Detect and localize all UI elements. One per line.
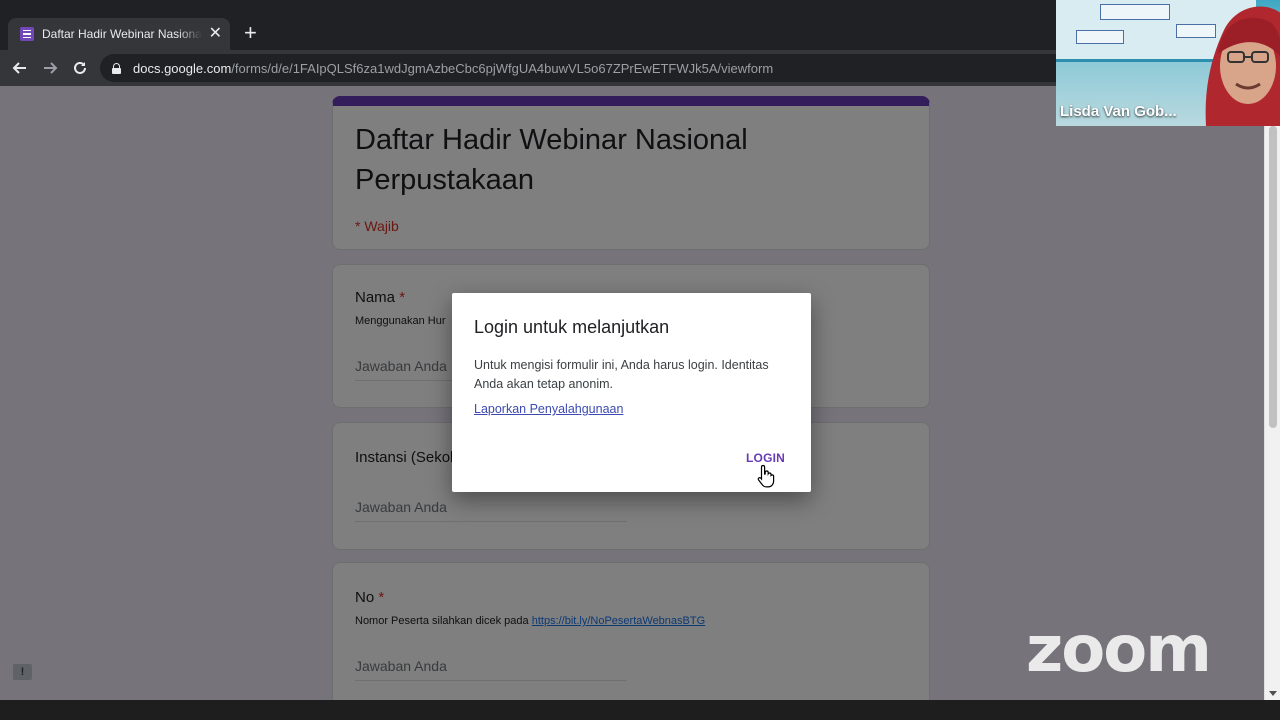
form-page: Daftar Hadir Webinar Nasional Perpustaka… — [0, 86, 1264, 700]
report-abuse-link[interactable]: Laporkan Penyalahgunaan — [474, 402, 623, 416]
feedback-icon[interactable]: ! — [13, 664, 32, 680]
scrollbar-thumb[interactable] — [1269, 126, 1277, 428]
page-scrollbar[interactable] — [1264, 86, 1280, 700]
address-bar[interactable]: docs.google.com /forms/d/e/1FAIpQLSf6za1… — [100, 54, 1100, 82]
url-host: docs.google.com — [133, 60, 232, 76]
tab-close-icon[interactable]: ✕ — [209, 26, 222, 42]
login-dialog: Login untuk melanjutkan Untuk mengisi fo… — [452, 293, 811, 492]
screen: Daftar Hadir Webinar Nasional Perpustaka… — [0, 0, 1280, 720]
hand-cursor-icon — [757, 464, 775, 488]
login-button[interactable]: LOGIN — [746, 451, 785, 465]
zoom-watermark-logo: zoom — [1026, 613, 1212, 687]
forward-icon[interactable] — [38, 56, 62, 80]
dialog-title: Login untuk melanjutkan — [474, 317, 670, 337]
new-tab-icon[interactable]: + — [244, 22, 257, 44]
google-forms-favicon-icon — [20, 27, 34, 41]
bottom-bar — [0, 700, 1280, 720]
participant-video-tile[interactable]: Lisda Van Gob... — [1056, 0, 1280, 126]
browser-tab[interactable]: Daftar Hadir Webinar Nasional Perpustaka… — [8, 18, 230, 50]
participant-name: Lisda Van Gob... — [1060, 103, 1177, 120]
reload-icon[interactable] — [68, 56, 92, 80]
tab-title: Daftar Hadir Webinar Nasional Perpustaka… — [42, 27, 202, 41]
dialog-body: Untuk mengisi formulir ini, Anda harus l… — [474, 358, 769, 391]
back-icon[interactable] — [8, 56, 32, 80]
participant-video-icon — [1205, 6, 1280, 126]
lock-icon — [112, 62, 121, 74]
url-path: /forms/d/e/1FAIpQLSf6za1wdJgmAzbeCbc6pjW… — [231, 60, 774, 76]
scroll-down-arrow-icon[interactable] — [1269, 691, 1277, 696]
